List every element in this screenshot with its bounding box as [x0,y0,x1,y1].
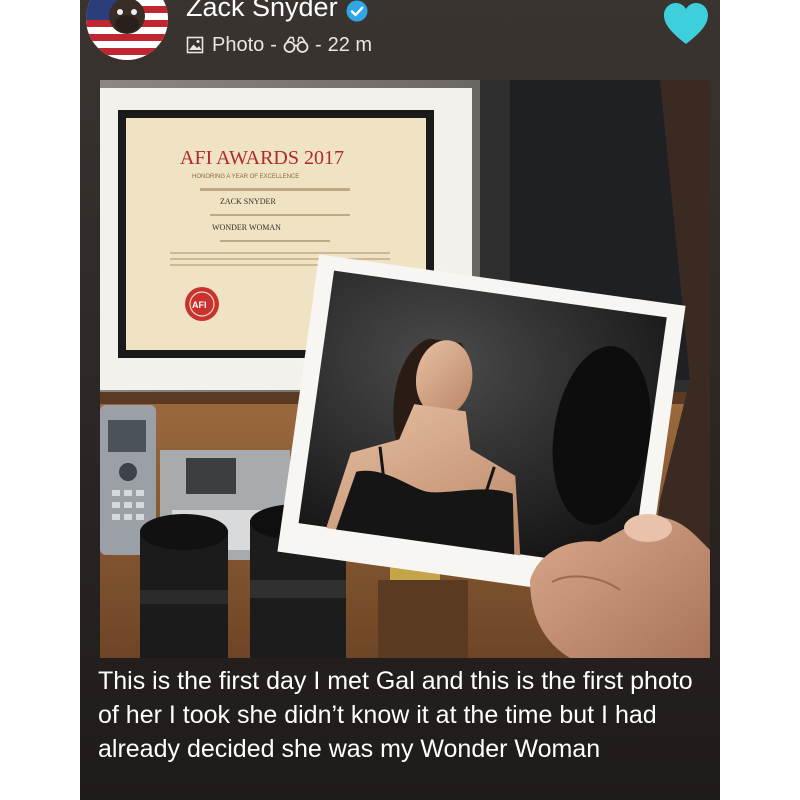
post-card: Zack Snyder Photo - - 22 m AFI AWARDS 20… [80,0,720,800]
post-photo[interactable]: AFI AWARDS 2017 HONORING A YEAR OF EXCEL… [100,80,710,658]
certificate-film: WONDER WOMAN [212,223,281,232]
meta-separator-2: - [314,33,322,56]
author-name[interactable]: Zack Snyder [186,0,338,23]
certificate-title: AFI AWARDS 2017 [180,147,344,169]
post-header: Zack Snyder Photo - - 22 m [80,0,720,78]
meta-separator: - [270,33,277,56]
binoculars-icon [283,36,309,54]
avatar[interactable] [86,0,168,60]
photo-type-icon [186,36,204,54]
post-type-label: Photo [212,33,265,56]
certificate-name: ZACK SNYDER [220,197,276,206]
certificate-subtitle: HONORING A YEAR OF EXCELLENCE [192,174,299,180]
post-time: 22 m [327,33,373,56]
post-meta: Photo - - 22 m [186,32,372,58]
post-caption: This is the first day I met Gal and this… [98,667,693,763]
like-heart-icon[interactable] [662,2,710,46]
certificate-seal: AFI [192,300,207,310]
verified-badge-icon [346,0,368,22]
